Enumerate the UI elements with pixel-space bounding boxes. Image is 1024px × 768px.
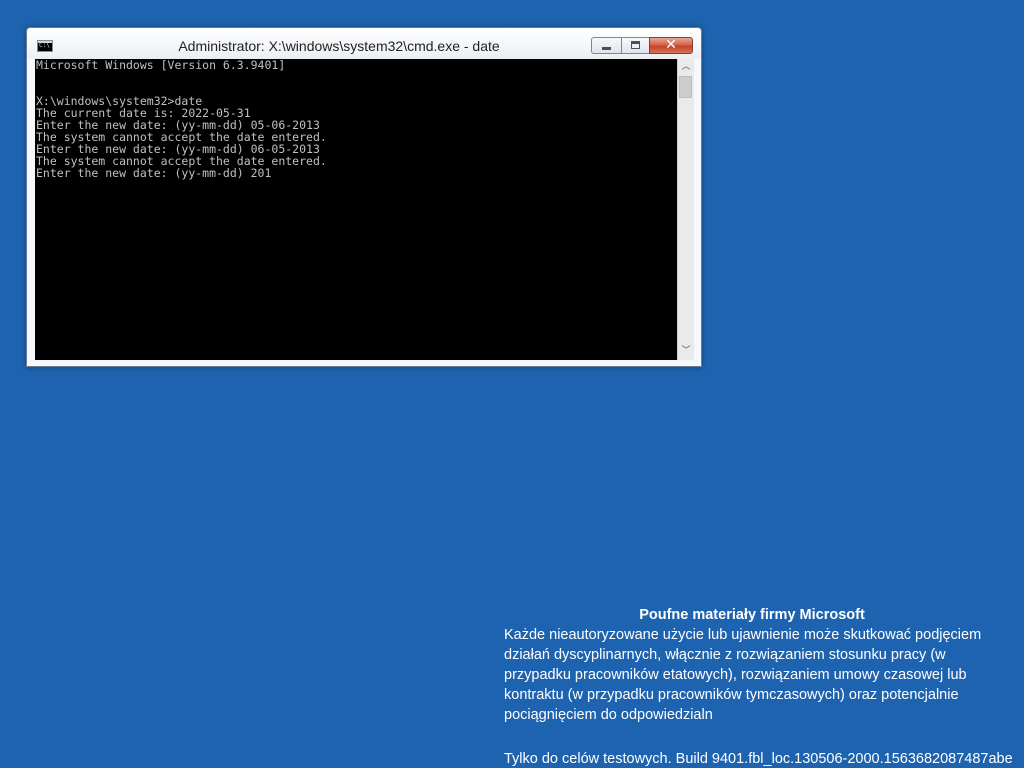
watermark-title: Poufne materiały firmy Microsoft: [639, 607, 865, 623]
scroll-thumb[interactable]: [679, 76, 692, 98]
close-icon: ✕: [665, 37, 677, 53]
watermark-line: przypadku pracowników etatowych), rozwią…: [504, 667, 967, 683]
scroll-up-arrow-icon[interactable]: ︿: [678, 59, 694, 76]
watermark-line: działań dyscyplinarnych, włącznie z rozw…: [504, 647, 946, 663]
vertical-scrollbar[interactable]: ︿ ﹀: [677, 59, 694, 360]
maximize-icon: [631, 41, 640, 49]
scroll-down-arrow-icon[interactable]: ﹀: [678, 343, 694, 360]
console-area[interactable]: Microsoft Windows [Version 6.3.9401] X:\w…: [35, 59, 677, 360]
confidential-watermark: Poufne materiały firmy Microsoft Każde n…: [504, 604, 1016, 725]
watermark-line: pociągnięciem do odpowiedzialn: [504, 707, 713, 723]
console-output: Microsoft Windows [Version 6.3.9401] X:\w…: [35, 59, 677, 179]
maximize-button[interactable]: [621, 37, 649, 54]
minimize-icon: [602, 47, 611, 50]
console-line: Microsoft Windows [Version 6.3.9401]: [36, 59, 286, 72]
console-input-line[interactable]: Enter the new date: (yy-mm-dd) 201: [36, 167, 677, 179]
close-button[interactable]: ✕: [649, 37, 693, 54]
watermark-line: Każde nieautoryzowane użycie lub ujawnie…: [504, 627, 982, 643]
watermark-line: kontraktu (w przypadku pracowników tymcz…: [504, 687, 959, 703]
cmd-window[interactable]: C:\ Administrator: X:\windows\system32\c…: [26, 27, 702, 367]
window-controls: ✕: [591, 37, 693, 54]
build-info: Tylko do celów testowych. Build 9401.fbl…: [504, 751, 1013, 767]
window-titlebar[interactable]: C:\ Administrator: X:\windows\system32\c…: [27, 28, 701, 59]
minimize-button[interactable]: [591, 37, 621, 54]
